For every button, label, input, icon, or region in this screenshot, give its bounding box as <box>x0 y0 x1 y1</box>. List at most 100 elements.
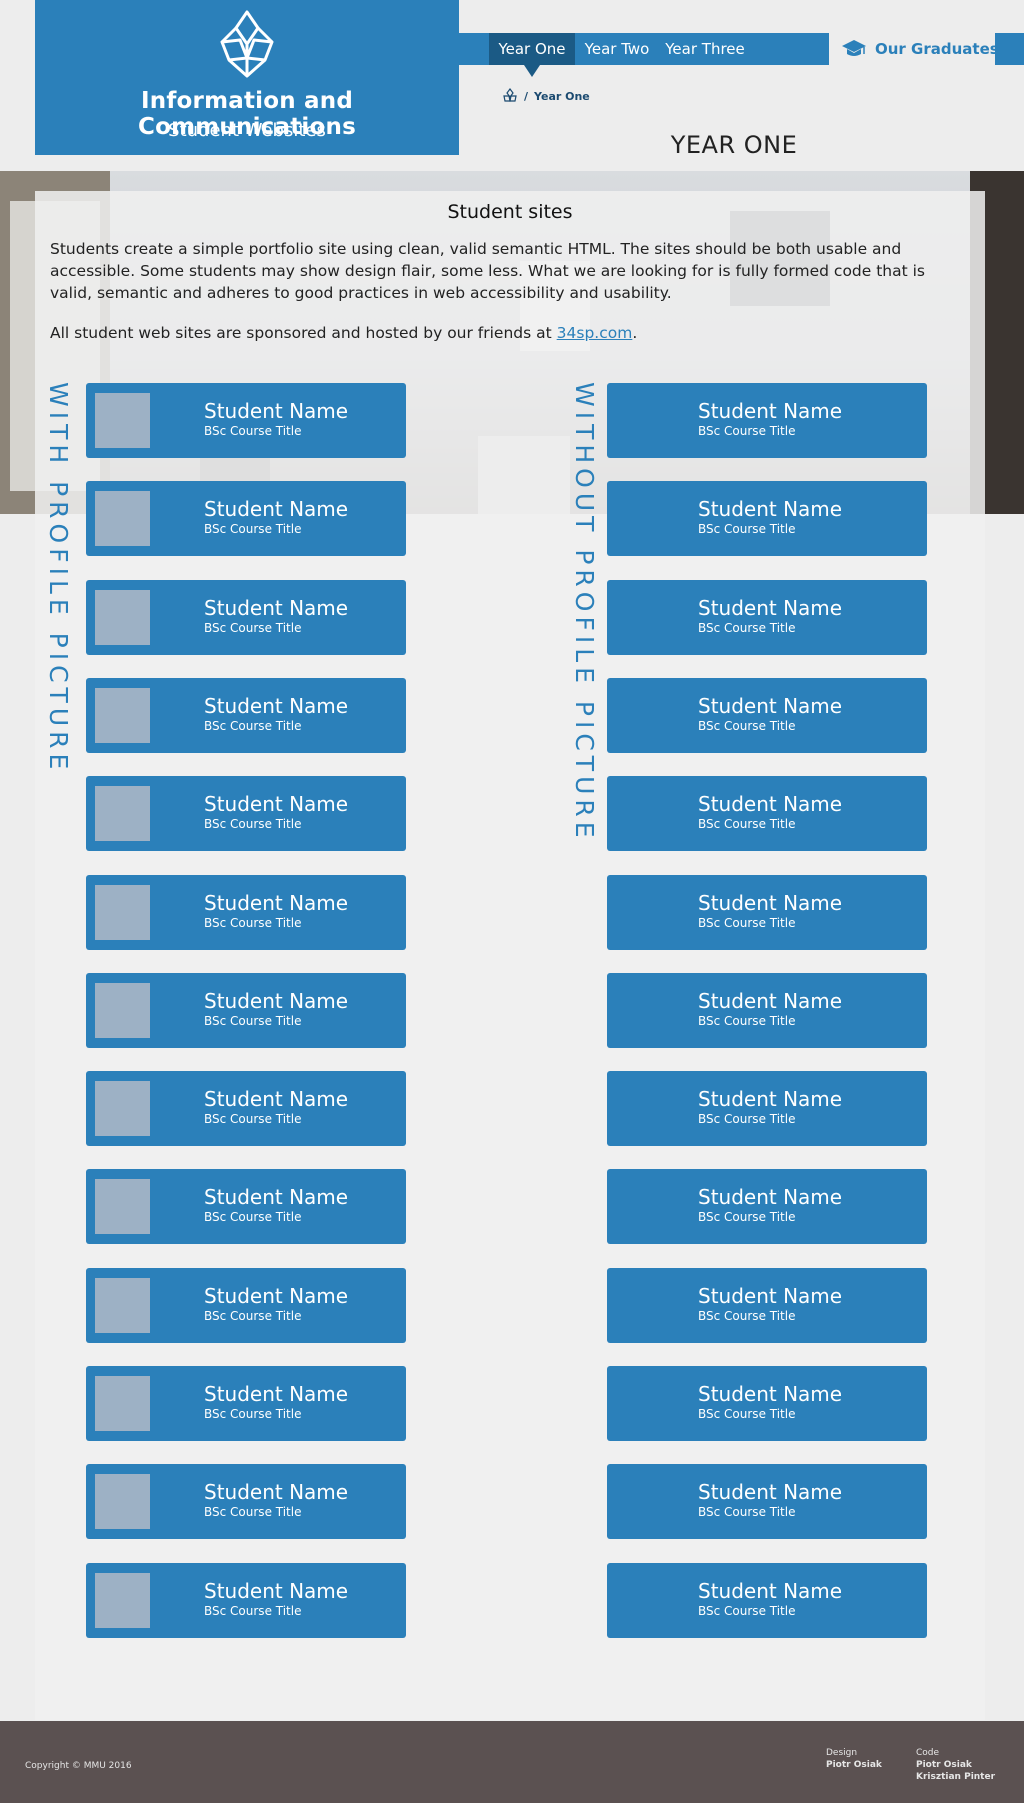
student-card[interactable]: Student Name BSc Course Title <box>607 1071 927 1147</box>
course-title: BSc Course Title <box>204 1603 302 1618</box>
student-name: Student Name <box>204 988 349 1013</box>
course-title: BSc Course Title <box>204 915 302 930</box>
student-name: Student Name <box>698 399 843 423</box>
breadcrumb-current: Year One <box>534 89 590 103</box>
profile-picture-placeholder <box>95 1277 150 1333</box>
course-title: BSc Course Title <box>204 1407 302 1421</box>
student-card[interactable]: Student Name BSc Course Title <box>607 874 927 950</box>
student-card[interactable]: Student Name BSc Course Title <box>86 383 406 458</box>
course-title: BSc Course Title <box>698 1013 796 1028</box>
profile-picture-placeholder <box>95 393 150 448</box>
student-name: Student Name <box>204 1578 349 1603</box>
student-card[interactable]: Student Name BSc Course Title <box>607 677 927 753</box>
student-card[interactable]: Student Name BSc Course Title <box>607 1562 927 1638</box>
student-card[interactable]: Student Name BSc Course Title <box>607 481 927 557</box>
course-title: BSc Course Title <box>698 1407 796 1421</box>
student-card[interactable]: Student Name BSc Course Title <box>86 579 406 655</box>
sponsor-suffix: . <box>632 324 638 342</box>
student-card[interactable]: Student Name BSc Course Title <box>86 1464 406 1540</box>
student-card[interactable]: Student Name BSc Course Title <box>607 383 927 458</box>
copyright-text: Copyright © MMU 2016 <box>25 1761 132 1771</box>
section-title: Student sites <box>447 201 573 223</box>
course-title: BSc Course Title <box>698 620 796 635</box>
footer: Copyright © MMU 2016 Design Piotr Osiak … <box>0 1721 1024 1803</box>
course-title: BSc Course Title <box>204 424 302 438</box>
without-picture-column-label: WITHOUT PROFILE PICTURE <box>570 382 599 843</box>
breadcrumb: / Year One <box>502 88 590 104</box>
student-card[interactable]: Student Name BSc Course Title <box>86 874 406 950</box>
tab-year-two[interactable]: Year Two <box>575 33 659 65</box>
course-title: BSc Course Title <box>204 1210 302 1225</box>
student-name: Student Name <box>204 792 349 817</box>
our-graduates-link[interactable]: Our Graduates <box>841 33 999 65</box>
course-title: BSc Course Title <box>698 718 796 733</box>
student-card[interactable]: Student Name BSc Course Title <box>86 1267 406 1343</box>
student-name: Student Name <box>204 890 349 915</box>
course-title: BSc Course Title <box>204 817 302 832</box>
graduation-cap-icon <box>842 40 866 56</box>
year-nav-bar: Year One Year Two Year Three <box>459 33 829 65</box>
course-title: BSc Course Title <box>698 1308 796 1323</box>
student-name: Student Name <box>204 1480 349 1505</box>
student-name: Student Name <box>204 1283 349 1308</box>
with-picture-column-label: WITH PROFILE PICTURE <box>44 382 73 775</box>
profile-picture-placeholder <box>95 589 150 645</box>
student-name: Student Name <box>204 1382 349 1406</box>
course-title: BSc Course Title <box>204 620 302 635</box>
home-logo-icon[interactable] <box>502 88 518 104</box>
student-name: Student Name <box>698 497 843 522</box>
student-card[interactable]: Student Name BSc Course Title <box>86 1562 406 1638</box>
code-credit: Code Piotr Osiak Krisztian Pinter <box>916 1747 995 1783</box>
student-name: Student Name <box>698 890 843 915</box>
student-card[interactable]: Student Name BSc Course Title <box>86 972 406 1048</box>
course-title: BSc Course Title <box>204 718 302 733</box>
student-name: Student Name <box>698 1382 843 1406</box>
course-title: BSc Course Title <box>204 522 302 537</box>
design-credit-name: Piotr Osiak <box>826 1760 882 1770</box>
student-name: Student Name <box>204 595 349 620</box>
course-title: BSc Course Title <box>698 915 796 930</box>
student-card[interactable]: Student Name BSc Course Title <box>607 1169 927 1245</box>
course-title: BSc Course Title <box>204 1112 302 1127</box>
student-card[interactable]: Student Name BSc Course Title <box>607 776 927 852</box>
site-logo-block[interactable]: Information and Communications Student W… <box>35 0 459 155</box>
tab-year-one[interactable]: Year One <box>489 33 575 65</box>
course-title: BSc Course Title <box>698 1603 796 1618</box>
profile-picture-placeholder <box>95 1474 150 1530</box>
profile-picture-placeholder <box>95 1179 150 1235</box>
site-subtitle: Student Websites <box>168 120 326 141</box>
student-card[interactable]: Student Name BSc Course Title <box>607 972 927 1048</box>
profile-picture-placeholder <box>95 786 150 842</box>
sponsor-link[interactable]: 34sp.com <box>557 324 633 342</box>
course-title: BSc Course Title <box>204 1308 302 1323</box>
student-card[interactable]: Student Name BSc Course Title <box>607 1464 927 1540</box>
course-title: BSc Course Title <box>204 1013 302 1028</box>
profile-picture-placeholder <box>95 491 150 547</box>
course-title: BSc Course Title <box>698 1210 796 1225</box>
student-name: Student Name <box>204 1185 349 1210</box>
student-name: Student Name <box>698 1185 843 1210</box>
profile-picture-placeholder <box>95 982 150 1038</box>
profile-picture-placeholder <box>95 884 150 940</box>
triangle-knot-logo-icon <box>220 10 274 78</box>
design-credit: Design Piotr Osiak <box>826 1747 882 1771</box>
student-card[interactable]: Student Name BSc Course Title <box>86 677 406 753</box>
student-name: Student Name <box>698 988 843 1013</box>
tab-year-three[interactable]: Year Three <box>659 33 751 65</box>
student-card[interactable]: Student Name BSc Course Title <box>86 1071 406 1147</box>
student-card[interactable]: Student Name BSc Course Title <box>86 1169 406 1245</box>
student-name: Student Name <box>698 1578 843 1603</box>
intro-text: Students create a simple portfolio site … <box>50 240 926 302</box>
course-title: BSc Course Title <box>204 1505 302 1520</box>
student-card[interactable]: Student Name BSc Course Title <box>86 776 406 852</box>
student-card[interactable]: Student Name BSc Course Title <box>86 1366 406 1441</box>
profile-picture-placeholder <box>95 1376 150 1431</box>
student-card[interactable]: Student Name BSc Course Title <box>86 481 406 557</box>
profile-picture-placeholder <box>95 687 150 743</box>
code-credit-name: Piotr Osiak <box>916 1760 972 1770</box>
student-card[interactable]: Student Name BSc Course Title <box>607 579 927 655</box>
student-card[interactable]: Student Name BSc Course Title <box>607 1366 927 1441</box>
profile-picture-placeholder <box>95 1572 150 1628</box>
student-card[interactable]: Student Name BSc Course Title <box>607 1267 927 1343</box>
course-title: BSc Course Title <box>698 424 796 438</box>
